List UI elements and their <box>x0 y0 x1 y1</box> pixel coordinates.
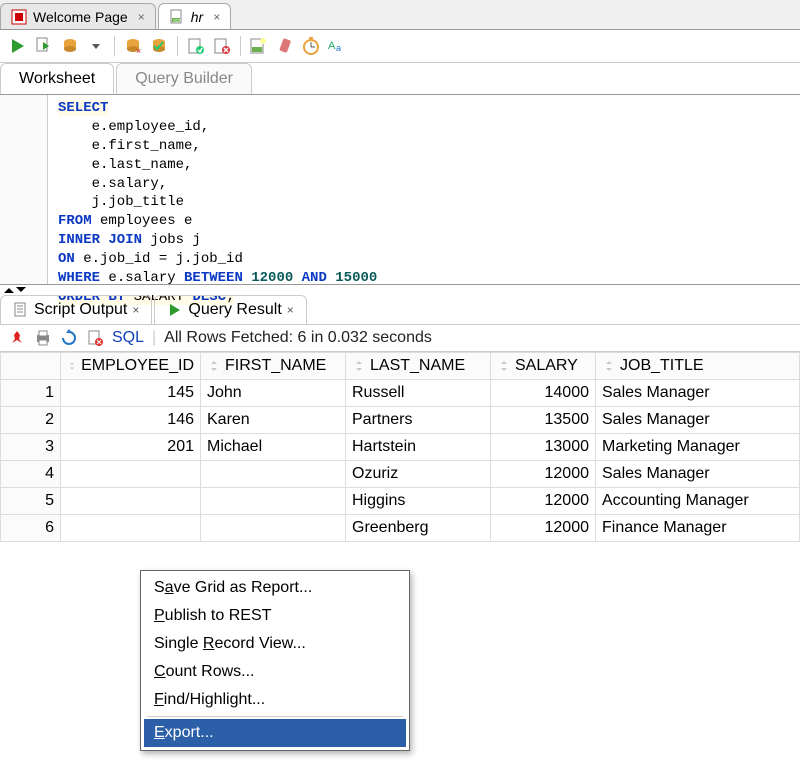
svg-text:SQL: SQL <box>173 17 181 22</box>
oracle-icon <box>11 9 27 25</box>
autotrace-icon[interactable]: × <box>123 36 143 56</box>
splitter[interactable] <box>0 285 800 295</box>
menu-export[interactable]: Export... <box>144 719 406 747</box>
table-row[interactable]: 5Higgins12000Accounting Manager <box>1 488 800 515</box>
menu-find-highlight[interactable]: Find/Highlight... <box>144 686 406 714</box>
editor-gutter <box>0 95 48 284</box>
result-tabs: Script Output × Query Result × <box>0 295 800 325</box>
col-employee-id[interactable]: EMPLOYEE_ID <box>61 353 201 380</box>
results-grid-wrapper: EMPLOYEE_ID FIRST_NAME LAST_NAME SALARY … <box>0 352 800 542</box>
editor-code[interactable]: SELECT e.employee_id, e.first_name, e.la… <box>48 95 800 284</box>
sql-link[interactable]: SQL <box>112 329 144 347</box>
tab-query-builder[interactable]: Query Builder <box>116 63 252 94</box>
rownum-header[interactable] <box>1 353 61 380</box>
table-row[interactable]: 1145JohnRussell14000Sales Manager <box>1 380 800 407</box>
separator <box>240 36 241 56</box>
table-row[interactable]: 3201MichaelHartstein13000Marketing Manag… <box>1 434 800 461</box>
dropdown-icon[interactable] <box>86 36 106 56</box>
sql-history-icon[interactable] <box>249 36 269 56</box>
svg-text:a: a <box>336 43 341 53</box>
result-toolbar: SQL | All Rows Fetched: 6 in 0.032 secon… <box>0 325 800 352</box>
close-icon[interactable]: × <box>213 10 220 24</box>
close-icon[interactable]: × <box>132 303 139 317</box>
explain-plan-icon[interactable] <box>60 36 80 56</box>
run-script-icon[interactable] <box>34 36 54 56</box>
menu-count-rows[interactable]: Count Rows... <box>144 658 406 686</box>
results-grid[interactable]: EMPLOYEE_ID FIRST_NAME LAST_NAME SALARY … <box>0 352 800 542</box>
close-icon[interactable]: × <box>138 10 145 24</box>
close-icon[interactable]: × <box>287 303 294 317</box>
menu-single-record[interactable]: Single Record View... <box>144 630 406 658</box>
tab-hr[interactable]: SQL hr × <box>158 3 231 29</box>
table-row[interactable]: 6Greenberg12000Finance Manager <box>1 515 800 542</box>
status-text: All Rows Fetched: 6 in 0.032 seconds <box>164 329 432 347</box>
rollback-icon[interactable] <box>186 36 206 56</box>
pin-icon[interactable] <box>8 329 26 347</box>
tab-query-result-label: Query Result <box>188 301 281 319</box>
script-output-icon <box>13 302 29 318</box>
clear-icon[interactable] <box>275 36 295 56</box>
separator <box>177 36 178 56</box>
main-toolbar: × Aa <box>0 30 800 63</box>
col-salary[interactable]: SALARY <box>491 353 596 380</box>
table-row[interactable]: 4Ozuriz12000Sales Manager <box>1 461 800 488</box>
svg-text:A: A <box>328 40 336 52</box>
col-last-name[interactable]: LAST_NAME <box>346 353 491 380</box>
separator <box>114 36 115 56</box>
menu-publish-rest[interactable]: Publish to REST <box>144 602 406 630</box>
file-tabs: Welcome Page × SQL hr × <box>0 0 800 30</box>
tab-worksheet[interactable]: Worksheet <box>0 63 114 94</box>
context-menu: Save Grid as Report... Publish to REST S… <box>140 570 410 751</box>
timing-icon[interactable] <box>301 36 321 56</box>
delete-result-icon[interactable] <box>86 329 104 347</box>
unshared-icon[interactable] <box>212 36 232 56</box>
tab-query-result[interactable]: Query Result × <box>154 295 306 324</box>
col-first-name[interactable]: FIRST_NAME <box>201 353 346 380</box>
tab-welcome-label: Welcome Page <box>33 9 128 25</box>
run-icon[interactable] <box>8 36 28 56</box>
sql-editor[interactable]: SELECT e.employee_id, e.first_name, e.la… <box>0 95 800 285</box>
tab-hr-label: hr <box>191 9 203 25</box>
menu-save-grid[interactable]: Save Grid as Report... <box>144 574 406 602</box>
print-icon[interactable] <box>34 329 52 347</box>
refresh-icon[interactable] <box>60 329 78 347</box>
table-header-row: EMPLOYEE_ID FIRST_NAME LAST_NAME SALARY … <box>1 353 800 380</box>
svg-text:×: × <box>136 46 141 56</box>
worksheet-tabs: Worksheet Query Builder <box>0 63 800 95</box>
tab-script-output-label: Script Output <box>34 301 127 319</box>
tab-script-output[interactable]: Script Output × <box>0 295 152 324</box>
tab-welcome[interactable]: Welcome Page × <box>0 3 156 29</box>
run-icon <box>167 302 183 318</box>
table-row[interactable]: 2146KarenPartners13500Sales Manager <box>1 407 800 434</box>
commit-icon[interactable] <box>149 36 169 56</box>
case-icon[interactable]: Aa <box>327 36 347 56</box>
menu-separator <box>147 716 403 717</box>
col-job-title[interactable]: JOB_TITLE <box>596 353 800 380</box>
sql-file-icon: SQL <box>169 9 185 25</box>
